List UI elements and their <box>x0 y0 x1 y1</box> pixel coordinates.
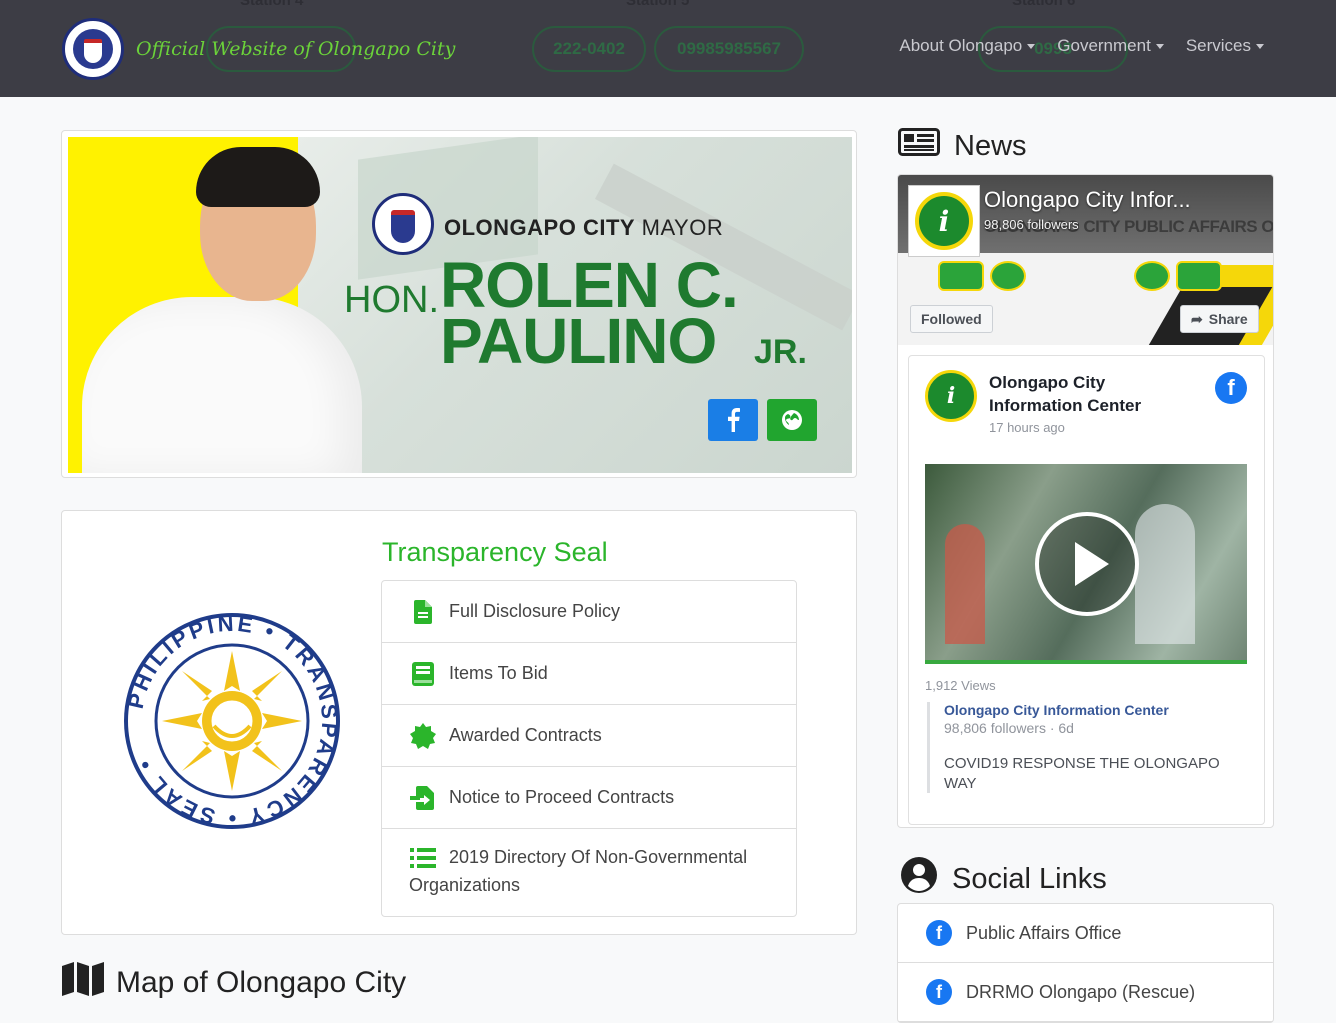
social-links-list: f Public Affairs Office f DRRMO Olongapo… <box>897 903 1274 1023</box>
share-icon: ➦ <box>1191 310 1203 327</box>
social-link-label: DRRMO Olongapo (Rescue) <box>966 981 1196 1002</box>
fb-page-followers: 98,806 followers <box>984 217 1079 232</box>
transparency-item-label: Full Disclosure Policy <box>449 601 621 621</box>
transparency-heading: Transparency Seal <box>382 537 608 567</box>
play-icon[interactable] <box>1035 512 1139 616</box>
fb-page-logo[interactable]: i <box>908 185 980 257</box>
mayor-honorific: HON. <box>344 279 439 321</box>
nav-link-label: Government <box>1057 36 1151 55</box>
fb-post: i Olongapo City Information Center 17 ho… <box>908 355 1265 825</box>
caret-down-icon <box>1256 44 1264 50</box>
news-heading-text: News <box>954 129 1027 162</box>
file-import-icon <box>409 784 437 811</box>
map-heading: Map of Olongapo City <box>62 962 406 1004</box>
fb-cover-badges <box>1134 261 1222 291</box>
fb-cover: OLONGAPO CITY PUBLIC AFFAIRS OFFICE i Ol… <box>898 175 1273 345</box>
ghost-phone-pill: 09985985567 <box>654 26 804 72</box>
fb-shared-post: Olongapo City Information Center 98,806 … <box>927 702 1245 793</box>
transparency-item-label: Awarded Contracts <box>449 725 602 745</box>
caret-down-icon <box>1027 44 1036 50</box>
facebook-icon: f <box>926 979 952 1005</box>
transparency-seal-image: PHILIPPINE • TRANSPARENCY • SEAL • <box>123 611 340 831</box>
navbar: Station 4 Station 5 Station 6 222-0402 0… <box>0 0 1336 97</box>
facebook-icon: f <box>926 920 952 946</box>
fb-post-video[interactable] <box>925 464 1247 664</box>
city-seal-logo <box>62 18 124 80</box>
map-heading-text: Map of Olongapo City <box>116 966 407 999</box>
transparency-item-label: Items To Bid <box>449 663 548 683</box>
fb-cover-badges <box>938 261 1026 291</box>
facebook-icon[interactable]: f <box>1215 372 1247 404</box>
fb-shared-text: COVID19 RESPONSE THE OLONGAPO WAY <box>944 755 1220 792</box>
mayor-website-button[interactable] <box>767 399 817 441</box>
transparency-item-full-disclosure[interactable]: Full Disclosure Policy <box>382 581 796 643</box>
social-links-heading-text: Social Links <box>952 862 1107 895</box>
nav-services[interactable]: Services <box>1186 36 1264 56</box>
globe-icon <box>782 410 802 430</box>
map-icon <box>62 962 104 1004</box>
facebook-page-widget: OLONGAPO CITY PUBLIC AFFAIRS OFFICE i Ol… <box>897 174 1274 828</box>
social-link-label: Public Affairs Office <box>966 922 1122 943</box>
newspaper-icon <box>898 128 940 164</box>
caret-down-icon <box>1155 44 1164 50</box>
fb-followed-button[interactable]: Followed <box>910 305 993 333</box>
city-seal-icon <box>372 193 434 255</box>
ghost-station-label: Station 6 <box>1012 0 1076 9</box>
nav-links: About Olongapo Government Services <box>899 36 1264 56</box>
user-circle-icon <box>900 856 938 902</box>
transparency-item-items-to-bid[interactable]: Items To Bid <box>382 643 796 705</box>
nav-government[interactable]: Government <box>1057 36 1164 56</box>
file-icon <box>409 598 437 625</box>
info-icon: i <box>915 192 973 250</box>
transparency-item-notice-to-proceed[interactable]: Notice to Proceed Contracts <box>382 767 796 829</box>
fb-share-button[interactable]: ➦ Share <box>1180 305 1259 333</box>
certificate-icon <box>409 722 437 749</box>
mayor-card: OLONGAPO CITY MAYOR HON. ROLEN C. PAULIN… <box>61 130 857 478</box>
fb-shared-meta: 98,806 followers · 6d <box>944 720 1074 736</box>
ghost-phone-pill: 222-0402 <box>532 26 646 72</box>
fb-post-views: 1,912 Views <box>925 678 996 693</box>
social-links-heading: Social Links <box>900 856 1107 902</box>
list-icon <box>409 845 437 872</box>
mayor-photo <box>82 147 362 473</box>
book-icon <box>409 660 437 687</box>
social-link-drrmo[interactable]: f DRRMO Olongapo (Rescue) <box>898 963 1273 1022</box>
fb-post-time[interactable]: 17 hours ago <box>989 420 1065 435</box>
ghost-station-label: Station 4 <box>240 0 304 9</box>
transparency-item-awarded-contracts[interactable]: Awarded Contracts <box>382 705 796 767</box>
fb-shared-author[interactable]: Olongapo City Information Center <box>944 702 1245 718</box>
facebook-icon <box>728 408 740 432</box>
fb-post-author[interactable]: Olongapo City Information Center <box>989 372 1189 418</box>
mayor-title-rest: MAYOR <box>635 215 724 240</box>
fb-followed-label: Followed <box>921 311 982 327</box>
news-heading: News <box>898 128 1027 164</box>
mayor-facebook-button[interactable] <box>708 399 758 441</box>
mayor-name-line2: PAULINO <box>440 305 717 377</box>
mayor-banner: OLONGAPO CITY MAYOR HON. ROLEN C. PAULIN… <box>68 137 852 473</box>
transparency-item-label: 2019 Directory Of Non-Governmental Organ… <box>409 847 748 895</box>
mayor-title-bold: OLONGAPO CITY <box>444 215 636 240</box>
fb-page-name[interactable]: Olongapo City Infor... <box>984 187 1191 213</box>
brand-link[interactable]: Official Website of Olongapo City <box>62 18 455 80</box>
nav-about-olongapo[interactable]: About Olongapo <box>899 36 1036 56</box>
transparency-item-label: Notice to Proceed Contracts <box>449 787 675 807</box>
transparency-list: Full Disclosure Policy Items To Bid Awar… <box>381 580 797 917</box>
mayor-name-suffix: JR. <box>754 333 807 371</box>
ghost-station-label: Station 5 <box>626 0 690 9</box>
nav-link-label: About Olongapo <box>899 36 1023 55</box>
brand-text: Official Website of Olongapo City <box>136 38 456 60</box>
social-link-public-affairs[interactable]: f Public Affairs Office <box>898 904 1273 963</box>
mayor-title: OLONGAPO CITY MAYOR <box>444 215 723 241</box>
transparency-card: PHILIPPINE • TRANSPARENCY • SEAL • Trans… <box>61 510 857 935</box>
fb-post-avatar[interactable]: i <box>925 370 977 422</box>
nav-link-label: Services <box>1185 36 1251 55</box>
fb-share-label: Share <box>1208 311 1248 327</box>
transparency-item-ngo-directory[interactable]: 2019 Directory Of Non-Governmental Organ… <box>382 829 796 916</box>
